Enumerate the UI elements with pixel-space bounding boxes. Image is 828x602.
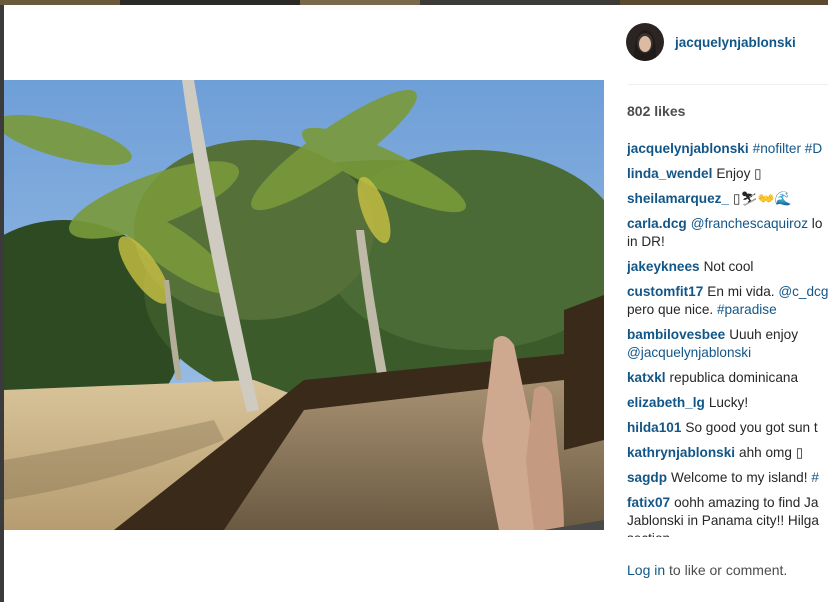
comment-item: katxkl republica dominicana (627, 369, 828, 387)
comment-username[interactable]: linda_wendel (627, 166, 712, 181)
comment-username[interactable]: hilda101 (627, 420, 681, 435)
comment-item: jacquelynjablonski #nofilter #D (627, 140, 828, 158)
comment-text: Welcome to my island! (671, 470, 808, 485)
avatar[interactable] (626, 23, 664, 61)
comment-text: Enjoy ▯ (716, 166, 762, 181)
comment-username[interactable]: jacquelynjablonski (627, 141, 749, 156)
comment-text-line3: section (627, 530, 828, 537)
comment-item: kathrynjablonski ahh omg ▯ (627, 444, 828, 462)
post-header: jacquelynjablonski (626, 23, 796, 61)
hashtag-link[interactable]: #D (805, 141, 822, 156)
comment-username[interactable]: sagdp (627, 470, 667, 485)
comment-item: customfit17 En mi vida. @c_dcg pero que n… (627, 283, 828, 319)
avatar-image (626, 23, 664, 61)
login-prompt: Log in to like or comment. (627, 562, 787, 578)
comment-username[interactable]: kathrynjablonski (627, 445, 735, 460)
comment-text: Uuuh enjoy (729, 327, 798, 342)
mention-link[interactable]: @franchescaquiroz (691, 216, 808, 231)
post-sidebar: jacquelynjablonski 802 likes jacquelynja… (604, 5, 828, 602)
comment-username[interactable]: katxkl (627, 370, 666, 385)
comment-username[interactable]: sheilamarquez_ (627, 191, 729, 206)
comment-text: ahh omg ▯ (739, 445, 804, 460)
comment-text: Not cool (703, 259, 754, 274)
login-prompt-text: to like or comment. (665, 562, 788, 578)
comment-text: republica dominicana (669, 370, 799, 385)
comment-item: linda_wendel Enjoy ▯ (627, 165, 828, 183)
comment-username[interactable]: jakeyknees (627, 259, 700, 274)
comment-text-line2: pero que nice. (627, 302, 714, 317)
comment-text: lo (808, 216, 823, 231)
comment-item: sheilamarquez_ ▯⛷👐🌊 (627, 190, 828, 208)
beach-photo-image (4, 80, 604, 530)
mention-link[interactable]: @c_dcg (778, 284, 828, 299)
comment-item: fatix07 oohh amazing to find Ja Jablonski… (627, 494, 828, 537)
mention-link[interactable]: @jacquelynjablonski (627, 344, 828, 362)
comment-item: carla.dcg @franchescaquiroz lo in DR! (627, 215, 828, 251)
hashtag-link[interactable]: #nofilter (753, 141, 801, 156)
comment-text: oohh amazing to find Ja (674, 495, 819, 510)
comment-username[interactable]: bambilovesbee (627, 327, 725, 342)
comment-text: ▯⛷👐🌊 (733, 191, 792, 206)
likes-count[interactable]: 802 likes (627, 103, 685, 119)
comment-username[interactable]: fatix07 (627, 495, 670, 510)
hashtag-link[interactable]: #paradise (717, 302, 777, 317)
comment-item: jakeyknees Not cool (627, 258, 828, 276)
comment-username[interactable]: carla.dcg (627, 216, 687, 231)
comment-username[interactable]: elizabeth_lg (627, 395, 705, 410)
login-link[interactable]: Log in (627, 562, 665, 578)
comment-text: Lucky! (708, 395, 749, 410)
comment-item: bambilovesbee Uuuh enjoy @jacquelynjablon… (627, 326, 828, 362)
divider (628, 84, 828, 85)
comment-item: sagdp Welcome to my island! # (627, 469, 828, 487)
comment-text: So good you got sun t (685, 420, 818, 435)
comment-text: En mi vida. (707, 284, 775, 299)
comment-text-line2: in DR! (627, 234, 665, 249)
comment-username[interactable]: customfit17 (627, 284, 703, 299)
comment-text-line2: Jablonski in Panama city!! Hilga (627, 513, 819, 528)
post-photo[interactable] (4, 80, 604, 530)
comment-item: hilda101 So good you got sun t (627, 419, 828, 437)
comment-item: elizabeth_lg Lucky! (627, 394, 828, 412)
comments-list[interactable]: jacquelynjablonski #nofilter #D linda_wen… (627, 140, 828, 537)
post-username[interactable]: jacquelynjablonski (675, 35, 796, 50)
post-modal: jacquelynjablonski 802 likes jacquelynja… (4, 5, 828, 602)
hashtag-link[interactable]: # (811, 470, 819, 485)
